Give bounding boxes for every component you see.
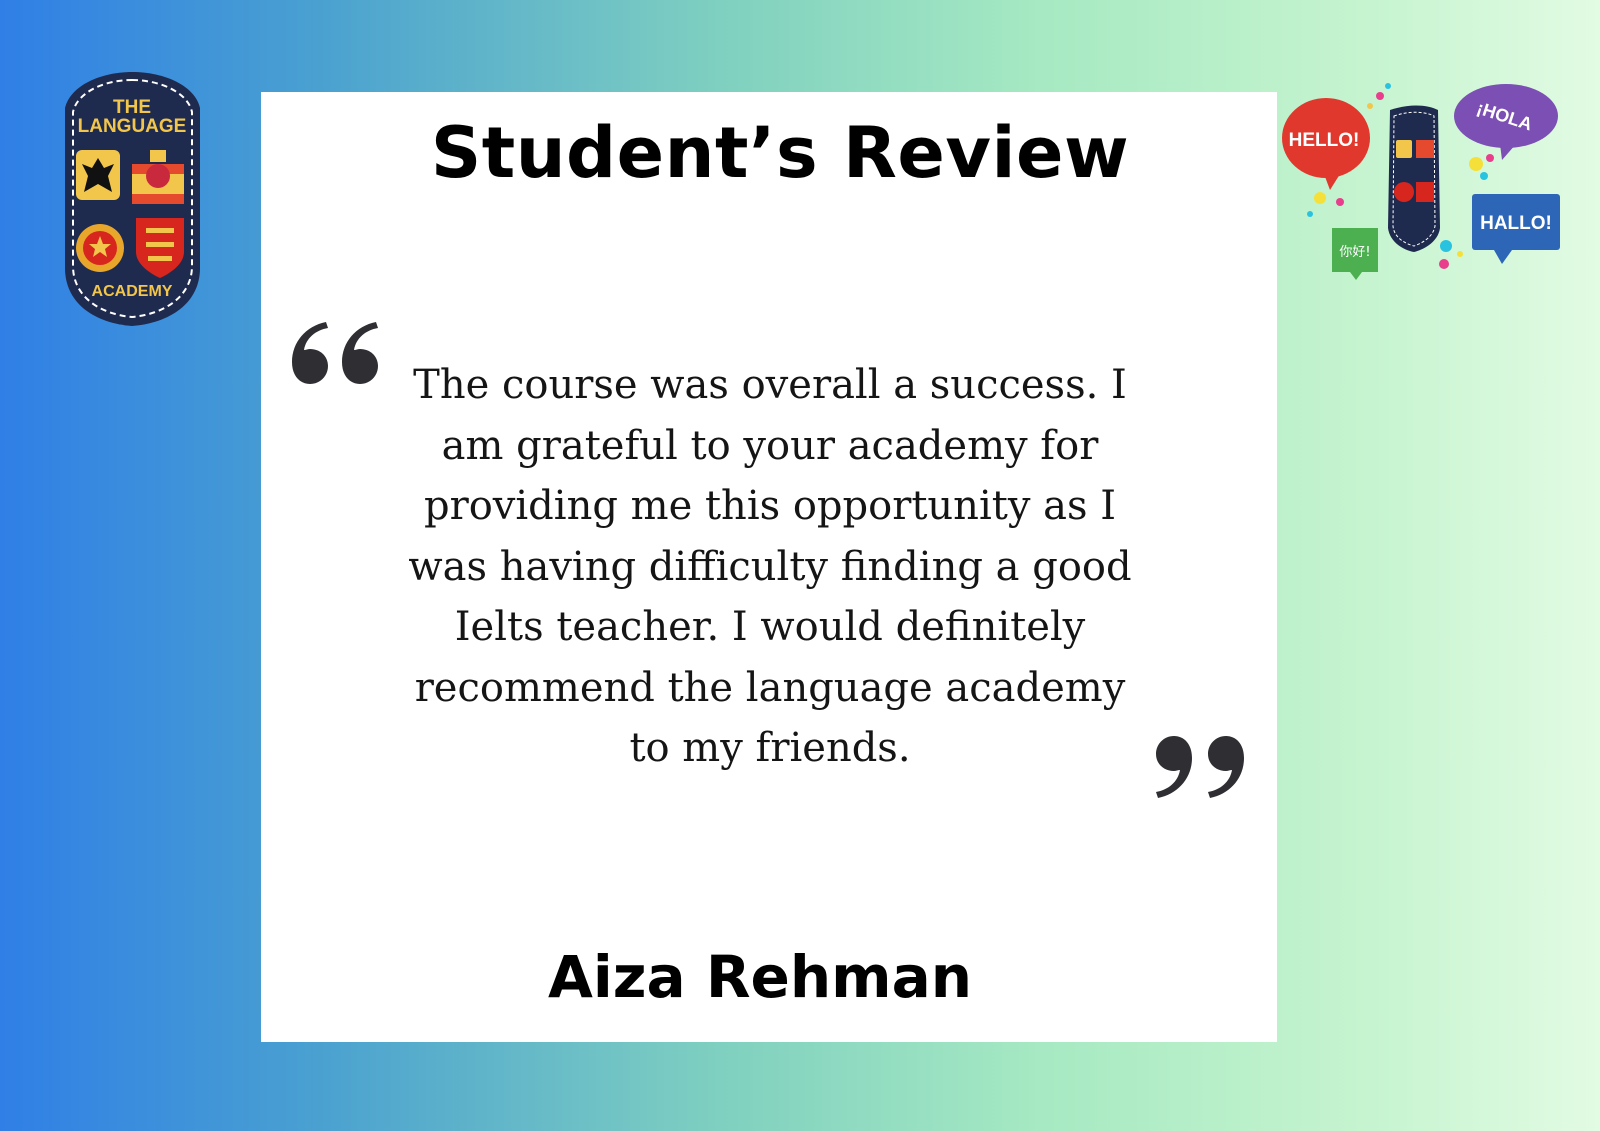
review-text: The course was overall a success. I am g… (385, 355, 1155, 779)
review-line: Ielts teacher. I would definitely (454, 604, 1086, 650)
review-line: providing me this opportunity as I (423, 483, 1117, 529)
review-line: am grateful to your academy for (441, 422, 1099, 469)
chinese-emblem-icon (76, 224, 124, 272)
page-title: Student’s Review (430, 112, 1130, 194)
review-line: The course was overall a success. I (413, 362, 1127, 408)
nihao-bubble-text: 你好! (1339, 245, 1370, 260)
logo-line-1: THE (113, 97, 151, 118)
open-quote-icon (292, 322, 378, 384)
review-line: was having difficulty finding a good (408, 543, 1132, 590)
hallo-bubble: HALLO! (1472, 194, 1560, 264)
review-line: recommend the language academy (414, 664, 1126, 711)
review-author: Aiza Rehman (547, 943, 972, 1011)
review-line: to my friends. (629, 725, 911, 771)
hallo-bubble-text: HALLO! (1480, 213, 1552, 234)
close-quote-icon (1156, 736, 1244, 798)
logo-line-3: ACADEMY (92, 283, 173, 300)
academy-logo: THE LANGUAGE ACADEMY (65, 72, 200, 326)
nihao-bubble: 你好! (1332, 228, 1378, 280)
